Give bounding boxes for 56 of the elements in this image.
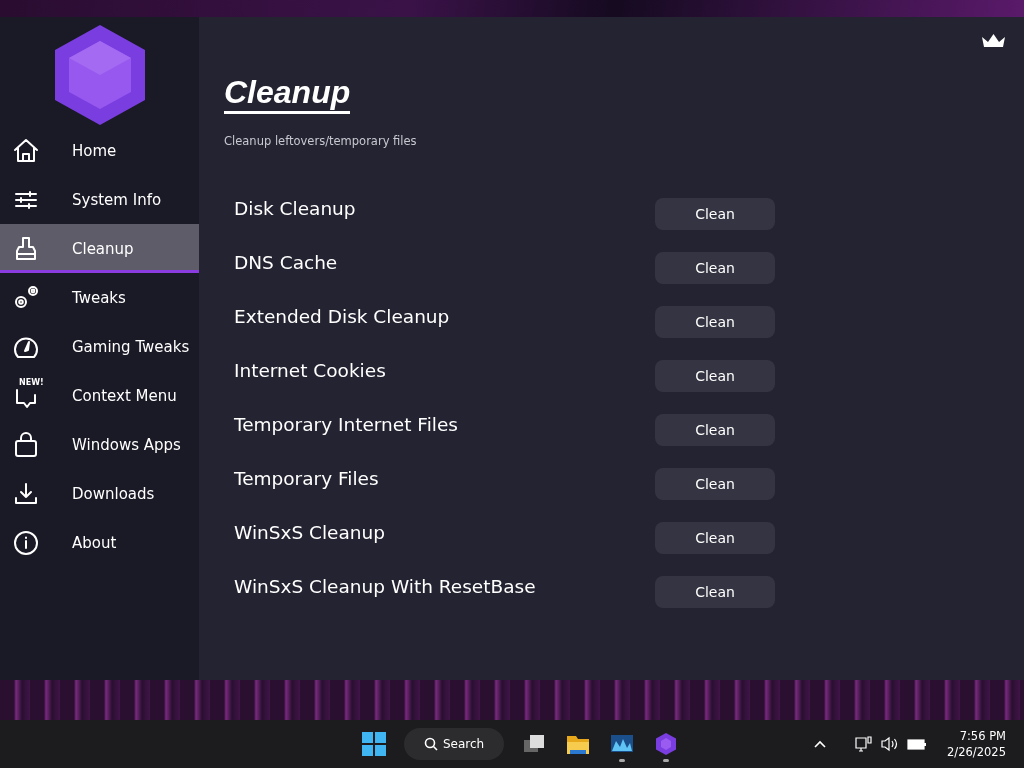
cleanup-option-label: WinSxS Cleanup (234, 522, 387, 543)
hexagon-app-icon (654, 732, 679, 756)
battery-icon[interactable] (907, 737, 928, 751)
nav-label: About (72, 533, 117, 552)
cleanup-option-label: Extended Disk Cleanup (234, 306, 451, 327)
new-badge: NEW! (19, 377, 44, 387)
sidebar-item[interactable]: About (0, 518, 199, 567)
cleanup-option-label: WinSxS Cleanup With ResetBase (234, 576, 537, 597)
cleanup-option-label: Disk Cleanup (234, 198, 357, 219)
sidebar-item[interactable]: Cleanup (0, 224, 199, 273)
hexagon-logo-icon (54, 25, 145, 125)
sidebar-item[interactable]: Home (0, 126, 199, 175)
cleanup-option-label: Internet Cookies (234, 360, 387, 381)
clean-button[interactable]: Clean (655, 576, 775, 608)
clean-button[interactable]: Clean (655, 252, 775, 284)
cleanup-option-label: Temporary Internet Files (234, 414, 459, 435)
sidebar-item[interactable]: NEW! Context Menu (0, 371, 199, 420)
clean-button[interactable]: Clean (655, 198, 775, 230)
search-icon (424, 737, 438, 751)
info-icon (12, 528, 40, 557)
clock-date: 2/26/2025 (947, 744, 1006, 760)
sidebar-item[interactable]: Windows Apps (0, 420, 199, 469)
nav-label: Cleanup (72, 239, 134, 258)
clean-button[interactable]: Clean (655, 522, 775, 554)
search-button[interactable]: Search (404, 728, 505, 760)
page-subtitle: Cleanup leftovers/temporary files (224, 134, 418, 148)
cleanup-option-label: DNS Cache (234, 252, 339, 273)
nav-label: Home (72, 141, 117, 160)
nav-label: System Info (72, 190, 162, 209)
clean-button[interactable]: Clean (655, 360, 775, 392)
search-label: Search (443, 737, 485, 751)
home-icon (12, 136, 40, 165)
shopping-bag-icon (12, 430, 40, 459)
clock-time: 7:56 PM (959, 728, 1006, 744)
sidebar-item[interactable]: System Info (0, 175, 199, 224)
sidebar-item[interactable]: Downloads (0, 469, 199, 518)
running-indicator (663, 759, 670, 762)
windows-logo-icon (362, 732, 386, 756)
running-indicator (619, 759, 626, 762)
clean-button[interactable]: Clean (655, 306, 775, 338)
network-icon[interactable] (855, 736, 874, 752)
page-title: Cleanup (224, 73, 351, 114)
clean-button[interactable]: Clean (655, 414, 775, 446)
sidebar-item[interactable]: Tweaks (0, 273, 199, 322)
nav-label: Context Menu (72, 386, 177, 405)
crown-icon[interactable] (981, 33, 1006, 49)
nav-label: Downloads (72, 484, 155, 503)
cleanup-option-label: Temporary Files (234, 468, 380, 489)
nav-label: Windows Apps (72, 435, 181, 454)
clean-button[interactable]: Clean (655, 468, 775, 500)
chevron-up-icon[interactable] (813, 739, 828, 749)
speaker-icon[interactable] (881, 736, 900, 752)
nav-label: Tweaks (72, 288, 126, 307)
clock[interactable]: 7:56 PM 2/26/2025 (947, 728, 1006, 760)
nav-label: Gaming Tweaks (72, 337, 190, 356)
sidebar-item[interactable]: Gaming Tweaks (0, 322, 199, 371)
